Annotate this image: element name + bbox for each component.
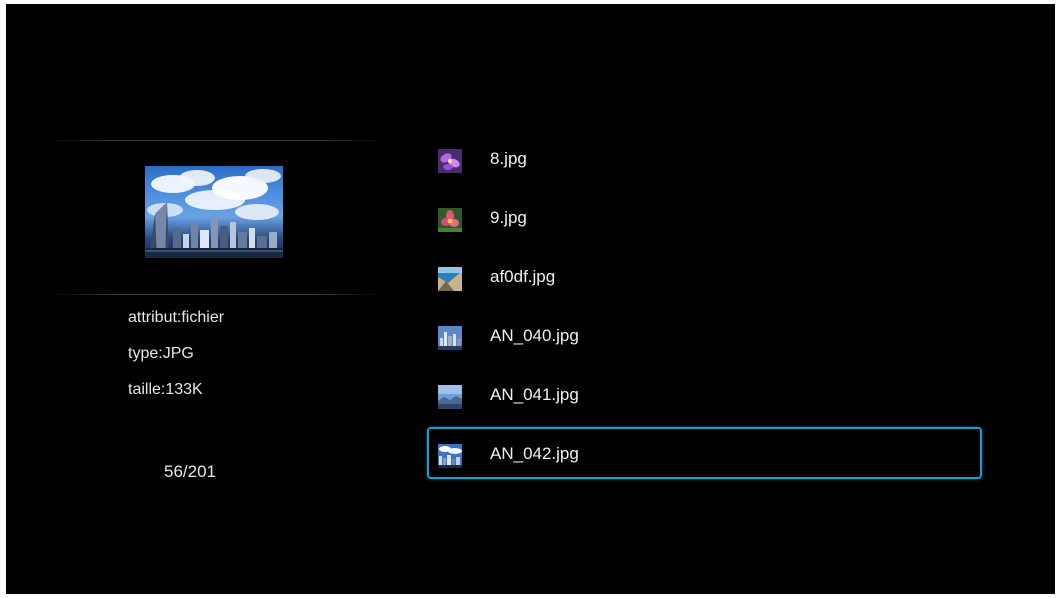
purple-flower-thumbnail-icon <box>438 149 462 173</box>
pink-flower-thumbnail-icon <box>438 208 462 232</box>
file-list-item[interactable]: AN_041.jpg <box>427 368 982 420</box>
file-list-item[interactable]: af0df.jpg <box>427 250 982 302</box>
file-name: 8.jpg <box>490 149 527 168</box>
file-attribute-label: attribut:fichier <box>128 309 225 326</box>
media-browser-screen: attribut:fichier type:JPG taille:133K 56… <box>6 4 1055 594</box>
city-skyline-preview-image <box>145 169 283 258</box>
city-skyline-thumbnail-icon <box>438 326 462 350</box>
file-name: af0df.jpg <box>490 267 556 286</box>
file-list-item[interactable]: AN_040.jpg <box>427 309 982 361</box>
file-list-item-selected[interactable]: AN_042.jpg <box>427 427 982 479</box>
file-list-item[interactable]: 8.jpg <box>427 132 982 184</box>
landscape-thumbnail-icon <box>438 385 462 409</box>
image-preview <box>145 166 283 258</box>
city-clouds-thumbnail-icon <box>438 444 462 468</box>
preview-divider-top <box>48 140 384 141</box>
coastal-scene-thumbnail-icon <box>438 267 462 291</box>
file-type-label: type:JPG <box>128 345 194 362</box>
file-list: 8.jpg 9.jpg af0df.jpg AN_040.jpg AN_041.… <box>427 132 982 486</box>
file-name: 9.jpg <box>490 208 527 227</box>
file-name: AN_041.jpg <box>490 385 579 404</box>
preview-divider-bottom <box>48 294 384 295</box>
file-list-item[interactable]: 9.jpg <box>427 191 982 243</box>
file-position-counter: 56/201 <box>164 462 216 481</box>
file-name: AN_042.jpg <box>490 444 579 463</box>
file-size-label: taille:133K <box>128 381 203 398</box>
file-name: AN_040.jpg <box>490 326 579 345</box>
